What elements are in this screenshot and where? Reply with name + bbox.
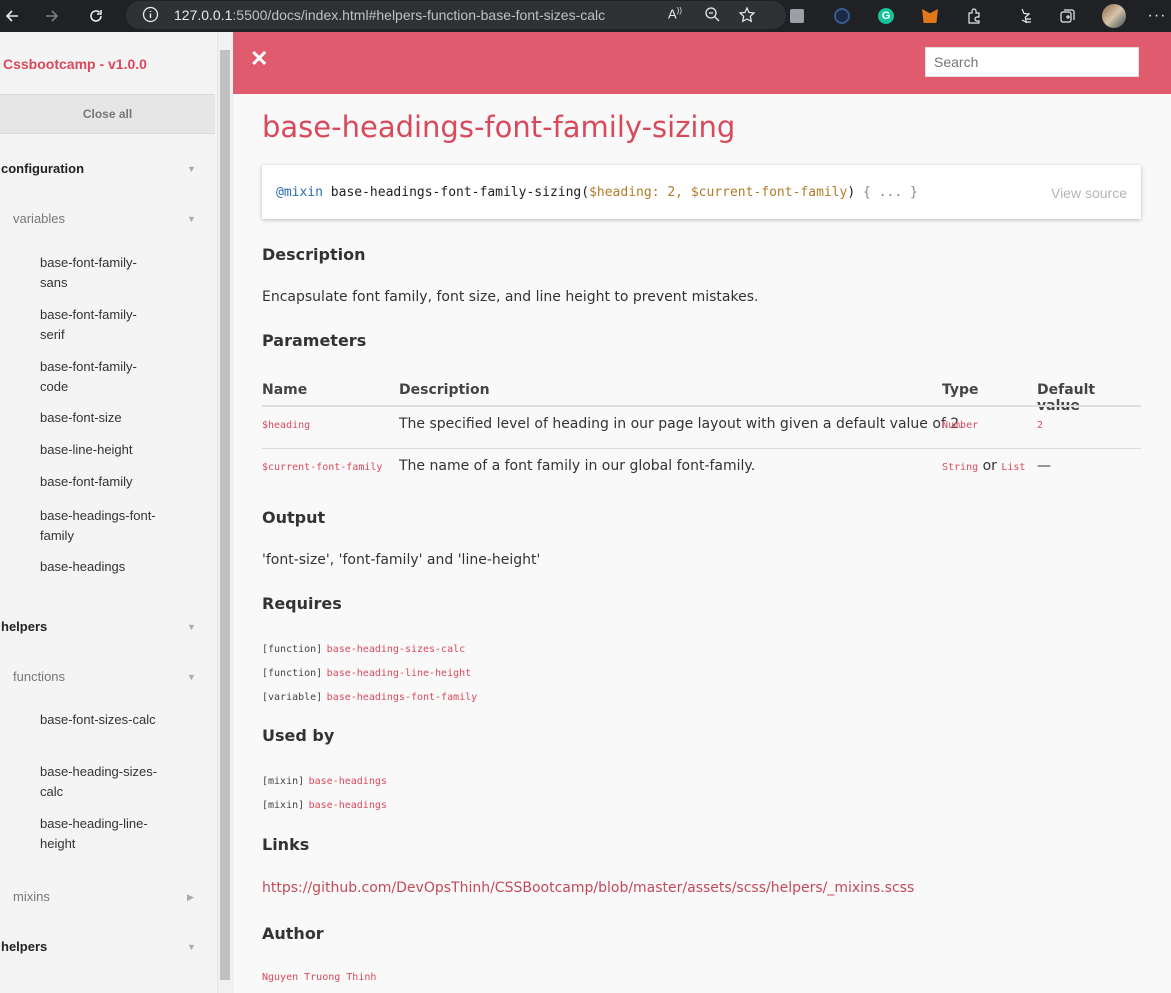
- requires-list: [function] base-heading-sizes-calc [func…: [262, 637, 477, 709]
- back-icon[interactable]: [0, 4, 24, 28]
- sidebar-item[interactable]: base-heading-sizes-calc: [40, 762, 160, 802]
- sidebar-subsection-variables[interactable]: variables: [13, 211, 65, 226]
- param-description: The name of a font family in our global …: [399, 458, 756, 474]
- sidebar-section-helpers[interactable]: helpers: [1, 939, 47, 954]
- list-item: [function] base-heading-sizes-calc: [262, 644, 466, 655]
- profile-avatar[interactable]: [1101, 3, 1127, 29]
- param-name: $current-font-family: [262, 462, 383, 473]
- param-name: $heading: [262, 420, 311, 431]
- chevron-right-icon[interactable]: ▶: [187, 892, 194, 903]
- list-item: [variable] base-headings-font-family: [262, 692, 478, 703]
- info-icon[interactable]: [142, 6, 159, 28]
- chevron-down-icon[interactable]: ▼: [187, 672, 196, 682]
- metamask-icon[interactable]: [919, 5, 941, 27]
- param-default: 2: [1037, 420, 1044, 431]
- author-heading: Author: [262, 924, 324, 943]
- sidebar-item[interactable]: base-font-family-code: [40, 357, 160, 397]
- sidebar-item[interactable]: base-font-size: [40, 408, 160, 428]
- requires-link[interactable]: base-headings-font-family: [327, 692, 478, 703]
- sidebar-subsection-functions[interactable]: functions: [13, 669, 65, 684]
- sidebar-item[interactable]: base-line-height: [40, 440, 160, 460]
- author-name: Nguyen Truong Thinh: [262, 972, 377, 983]
- sidebar-item[interactable]: base-font-family-sans: [40, 253, 160, 293]
- used-by-list: [mixin] base-headings [mixin] base-headi…: [262, 769, 387, 817]
- close-all-button[interactable]: Close all: [0, 94, 215, 134]
- requires-heading: Requires: [262, 594, 342, 613]
- description-heading: Description: [262, 245, 366, 264]
- table-row-divider: [262, 448, 1141, 449]
- sidebar-section-helpers[interactable]: helpers: [1, 619, 47, 634]
- used-by-heading: Used by: [262, 726, 335, 745]
- column-header-name: Name: [262, 382, 308, 398]
- param-type: Number: [942, 420, 979, 431]
- forward-icon[interactable]: [40, 4, 64, 28]
- column-header-type: Type: [942, 382, 979, 398]
- collections-icon[interactable]: [1056, 5, 1078, 27]
- list-item: [function] base-heading-line-height: [262, 668, 472, 679]
- zoom-icon[interactable]: [704, 6, 721, 28]
- sidebar-brand[interactable]: Cssbootcamp - v1.0.0: [3, 56, 147, 72]
- sidebar: Cssbootcamp - v1.0.0 Close all configura…: [0, 32, 217, 993]
- signature-box: @mixin base-headings-font-family-sizing(…: [262, 165, 1141, 219]
- header-bar: ✕: [233, 32, 1171, 94]
- column-header-description: Description: [399, 382, 490, 398]
- view-source-link[interactable]: View source: [1051, 185, 1127, 201]
- used-by-link[interactable]: base-headings: [309, 800, 387, 811]
- sidebar-item[interactable]: base-font-family-serif: [40, 305, 160, 345]
- extensions-icon[interactable]: [963, 5, 985, 27]
- output-text: 'font-size', 'font-family' and 'line-hei…: [262, 552, 541, 568]
- main-content: base-headings-font-family-sizing @mixin …: [233, 94, 1171, 993]
- sidebar-item[interactable]: base-headings: [40, 557, 160, 577]
- address-bar[interactable]: 127.0.0.1:5500/docs/index.html#helpers-f…: [126, 1, 786, 29]
- grammarly-icon[interactable]: G: [875, 5, 897, 27]
- more-menu-icon[interactable]: ···: [1146, 5, 1168, 27]
- param-description: The specified level of heading in our pa…: [399, 416, 964, 432]
- links-heading: Links: [262, 835, 310, 854]
- sidebar-item[interactable]: base-font-sizes-calc: [40, 710, 160, 730]
- param-type: String or List: [942, 458, 1026, 474]
- url-text: 127.0.0.1:5500/docs/index.html#helpers-f…: [174, 7, 606, 23]
- search-input[interactable]: [925, 47, 1139, 77]
- sidebar-item[interactable]: base-heading-line-height: [40, 814, 160, 854]
- refresh-icon[interactable]: [84, 4, 108, 28]
- sidebar-section-configuration[interactable]: configuration: [1, 161, 84, 176]
- sidebar-subsection-mixins[interactable]: mixins: [13, 889, 50, 904]
- used-by-link[interactable]: base-headings: [309, 776, 387, 787]
- github-link[interactable]: https://github.com/DevOpsThinh/CSSBootca…: [262, 880, 914, 896]
- accessibility-ext-icon[interactable]: [831, 5, 853, 27]
- requires-link[interactable]: base-heading-sizes-calc: [327, 644, 465, 655]
- table-header-divider: [262, 405, 1141, 407]
- browser-toolbar: 127.0.0.1:5500/docs/index.html#helpers-f…: [0, 0, 1171, 32]
- sidebar-item[interactable]: base-headings-font-family: [40, 506, 160, 546]
- chevron-down-icon[interactable]: ▼: [187, 214, 196, 224]
- chevron-down-icon[interactable]: ▼: [187, 622, 196, 632]
- scrollbar-thumb[interactable]: [220, 50, 230, 980]
- favorite-star-icon[interactable]: [738, 6, 756, 29]
- parameters-heading: Parameters: [262, 331, 367, 350]
- requires-link[interactable]: base-heading-line-height: [327, 668, 472, 679]
- column-header-default: Default value: [1037, 382, 1096, 414]
- mixin-signature: @mixin base-headings-font-family-sizing(…: [276, 185, 918, 200]
- list-item: [mixin] base-headings: [262, 776, 387, 787]
- chevron-down-icon[interactable]: ▼: [187, 164, 196, 174]
- read-aloud-icon[interactable]: A)): [668, 6, 682, 21]
- param-default: —: [1037, 458, 1051, 474]
- description-text: Encapsulate font family, font size, and …: [262, 289, 759, 305]
- favorites-icon[interactable]: [1012, 5, 1034, 27]
- close-icon[interactable]: ✕: [250, 48, 268, 70]
- output-heading: Output: [262, 508, 326, 527]
- sidebar-item[interactable]: base-font-family: [40, 472, 160, 492]
- list-item: [mixin] base-headings: [262, 800, 387, 811]
- collections-ext-icon[interactable]: [786, 5, 808, 27]
- chevron-down-icon[interactable]: ▼: [187, 942, 196, 952]
- sidebar-scrollbar[interactable]: [217, 32, 234, 993]
- page-title: base-headings-font-family-sizing: [262, 110, 736, 144]
